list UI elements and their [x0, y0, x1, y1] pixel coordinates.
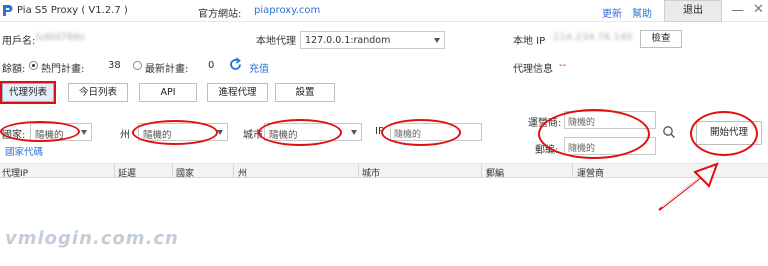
- local-ip-value: 114.234.76.140: [553, 32, 633, 43]
- chevron-down-icon: [351, 130, 357, 135]
- minimize-icon[interactable]: —: [731, 3, 744, 18]
- help-link[interactable]: 幫助: [632, 5, 652, 20]
- username-label: 用戶名:: [2, 36, 36, 47]
- column-proxy-ip[interactable]: 代理IP: [2, 166, 28, 179]
- column-divider: [114, 164, 115, 178]
- app-title: Pia S5 Proxy ( V1.2.7 ): [17, 5, 128, 16]
- popular-plan-value: 38: [108, 60, 121, 71]
- exit-button[interactable]: 退出: [664, 0, 722, 22]
- update-link[interactable]: 更新: [602, 5, 622, 20]
- column-country[interactable]: 國家: [176, 166, 194, 179]
- column-state[interactable]: 州: [238, 166, 247, 179]
- city-annotation: [258, 119, 342, 146]
- isp-zip-annotation: [538, 109, 650, 159]
- latest-plan-label: 最新計畫:: [145, 64, 189, 75]
- tab-proxy-list-annotation: [0, 81, 56, 104]
- latest-plan-value: 0: [208, 60, 215, 71]
- chevron-down-icon: [81, 130, 87, 135]
- recharge-link[interactable]: 充值: [249, 60, 269, 75]
- local-proxy-value: 127.0.0.1:random: [305, 35, 391, 46]
- username-value: lu6ld766s: [36, 32, 85, 43]
- site-link[interactable]: piaproxy.com: [254, 5, 320, 16]
- check-button[interactable]: 檢查: [640, 30, 682, 48]
- column-divider: [572, 164, 573, 178]
- search-icon[interactable]: [662, 125, 676, 139]
- site-label: 官方網站:: [198, 9, 242, 20]
- column-divider: [233, 164, 234, 178]
- country-annotation: [0, 121, 80, 142]
- latest-plan-radio[interactable]: [133, 61, 142, 70]
- annotation-arrow-icon: [658, 162, 719, 211]
- tab-settings[interactable]: 設置: [275, 83, 335, 102]
- column-isp[interactable]: 運營商: [577, 166, 604, 179]
- balance-label: 餘額:: [2, 64, 26, 75]
- local-ip-label: 本地 IP: [513, 36, 546, 47]
- tab-process-proxy[interactable]: 進程代理: [207, 83, 268, 102]
- tab-today-list[interactable]: 今日列表: [68, 83, 128, 102]
- watermark: vmlogin.com.cn: [5, 228, 179, 249]
- proxy-info-label: 代理信息: [513, 64, 553, 75]
- state-annotation: [132, 120, 218, 145]
- refresh-icon[interactable]: [228, 57, 243, 72]
- ip-annotation: [381, 119, 461, 146]
- proxy-info-value: --: [559, 60, 567, 71]
- proxy-table-header: 代理IP 延遲 國家 州 城市 郵編 運營商: [0, 163, 768, 179]
- column-zip[interactable]: 郵編: [486, 166, 504, 179]
- column-divider: [481, 164, 482, 178]
- close-icon[interactable]: ✕: [753, 2, 764, 17]
- state-label: 州: [120, 130, 130, 141]
- start-proxy-annotation: [690, 111, 758, 156]
- popular-plan-label: 熱門計畫:: [41, 64, 85, 75]
- tab-api[interactable]: API: [139, 83, 197, 102]
- popular-plan-radio[interactable]: [29, 61, 38, 70]
- column-divider: [172, 164, 173, 178]
- local-proxy-select[interactable]: 127.0.0.1:random: [300, 31, 445, 49]
- column-divider: [358, 164, 359, 178]
- chevron-down-icon: [434, 38, 440, 43]
- local-proxy-label: 本地代理: [256, 36, 296, 47]
- column-latency[interactable]: 延遲: [118, 166, 136, 179]
- pia-logo-icon: [3, 5, 13, 16]
- country-code-link[interactable]: 國家代碼: [5, 144, 43, 158]
- column-city[interactable]: 城市: [362, 166, 380, 179]
